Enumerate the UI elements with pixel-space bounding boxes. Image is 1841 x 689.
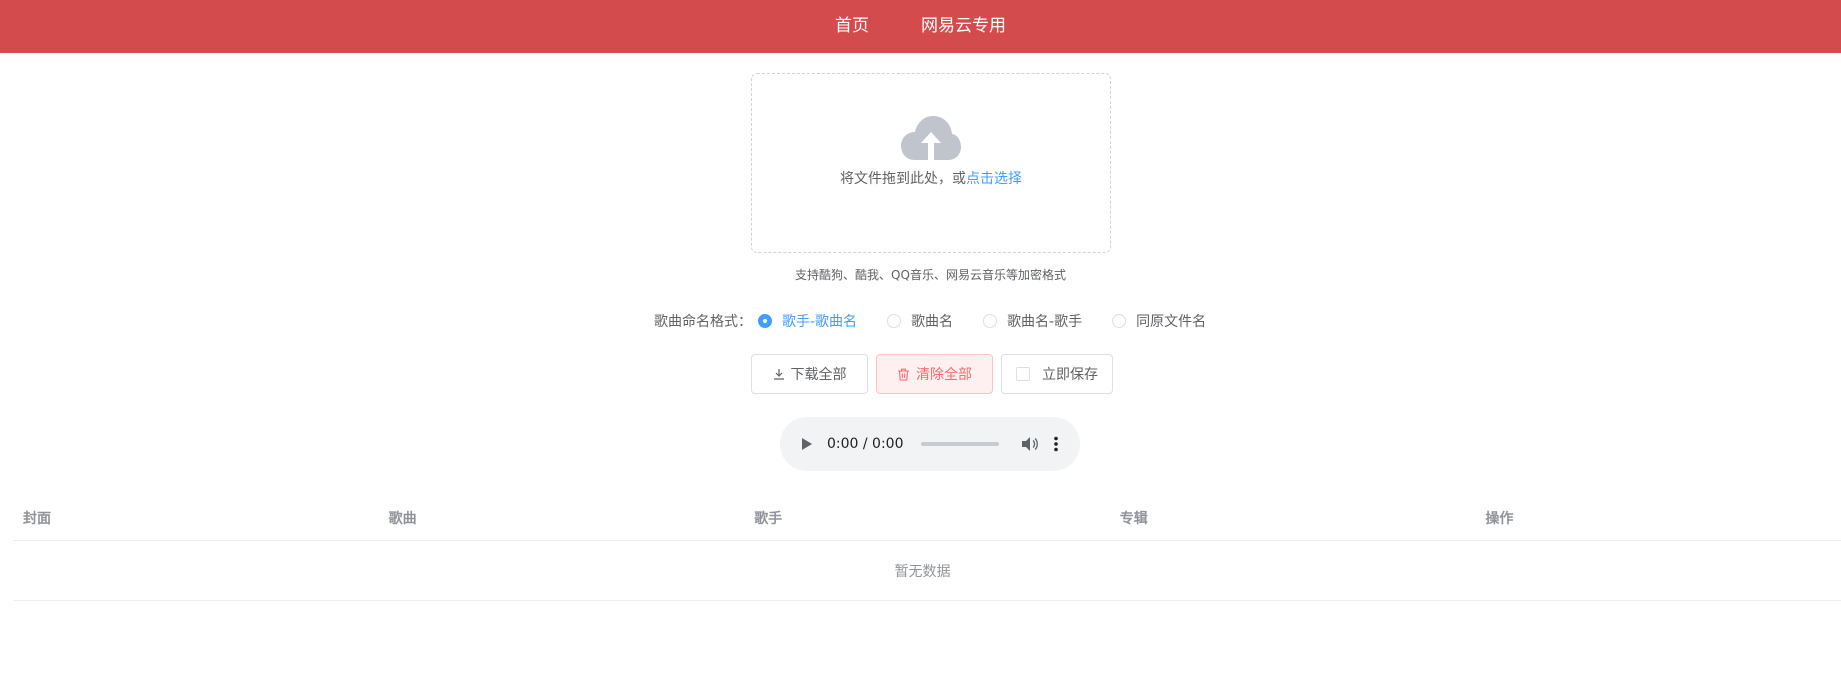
radio-song-singer[interactable]: 歌曲名-歌手 — [983, 311, 1082, 331]
radio-song[interactable]: 歌曲名 — [887, 311, 953, 331]
nav-item-home[interactable]: 首页 — [835, 0, 869, 53]
cloud-upload-icon — [901, 116, 961, 160]
column-header-album: 专辑 — [1119, 511, 1148, 527]
radio-singer-song[interactable]: 歌手-歌曲名 — [758, 311, 857, 331]
save-now-label: 立即保存 — [1042, 367, 1098, 383]
upload-hint: 将文件拖到此处，或 — [840, 171, 966, 187]
volume-icon[interactable] — [1021, 436, 1039, 452]
clear-all-label: 清除全部 — [916, 367, 972, 383]
column-header-cover: 封面 — [23, 511, 51, 527]
song-table: 封面 歌曲 歌手 专辑 操作 暂无数据 — [13, 496, 1841, 601]
naming-format-label: 歌曲命名格式： — [654, 314, 752, 330]
upload-select-link[interactable]: 点击选择 — [966, 171, 1022, 187]
download-all-button[interactable]: 下载全部 — [751, 354, 868, 394]
action-buttons: 下载全部 清除全部 立即保存 — [751, 354, 1113, 394]
radio-label: 歌曲名-歌手 — [1007, 314, 1083, 330]
radio-label: 歌手-歌曲名 — [782, 314, 858, 330]
radio-circle — [758, 314, 772, 328]
audio-time: 0:00 / 0:00 — [827, 436, 904, 452]
download-all-label: 下载全部 — [790, 367, 847, 383]
column-header-singer: 歌手 — [754, 511, 783, 527]
download-icon — [773, 368, 785, 380]
radio-circle — [887, 314, 902, 328]
column-header-actions: 操作 — [1485, 511, 1514, 527]
upload-text: 将文件拖到此处，或点击选择 — [840, 168, 1022, 188]
column-header-song: 歌曲 — [388, 511, 417, 527]
play-icon[interactable] — [800, 436, 814, 452]
more-options-icon[interactable] — [1053, 436, 1059, 452]
nav-item-netease[interactable]: 网易云专用 — [921, 0, 1006, 53]
upload-dropzone[interactable]: 将文件拖到此处，或点击选择 — [751, 73, 1111, 253]
upload-tip: 支持酷狗、酷我、QQ音乐、网易云音乐等加密格式 — [795, 268, 1066, 282]
checkbox-box — [1016, 367, 1030, 381]
table-header: 封面 歌曲 歌手 专辑 操作 — [13, 496, 1841, 541]
radio-label: 歌曲名 — [911, 314, 954, 330]
table-empty-text: 暂无数据 — [13, 541, 1841, 601]
radio-original-name[interactable]: 同原文件名 — [1112, 311, 1206, 331]
radio-circle — [983, 314, 998, 328]
clear-all-button[interactable]: 清除全部 — [876, 354, 993, 394]
audio-player: 0:00 / 0:00 — [780, 417, 1080, 471]
top-navbar: 首页 网易云专用 — [0, 0, 1841, 53]
naming-format-group: 歌曲命名格式： 歌手-歌曲名 歌曲名 歌曲名-歌手 同原文件名 — [654, 310, 1236, 332]
radio-label: 同原文件名 — [1136, 314, 1207, 330]
trash-icon — [897, 368, 910, 381]
audio-progress-track[interactable] — [921, 442, 999, 446]
radio-circle — [1112, 314, 1127, 328]
save-now-checkbox[interactable]: 立即保存 — [1001, 354, 1113, 394]
